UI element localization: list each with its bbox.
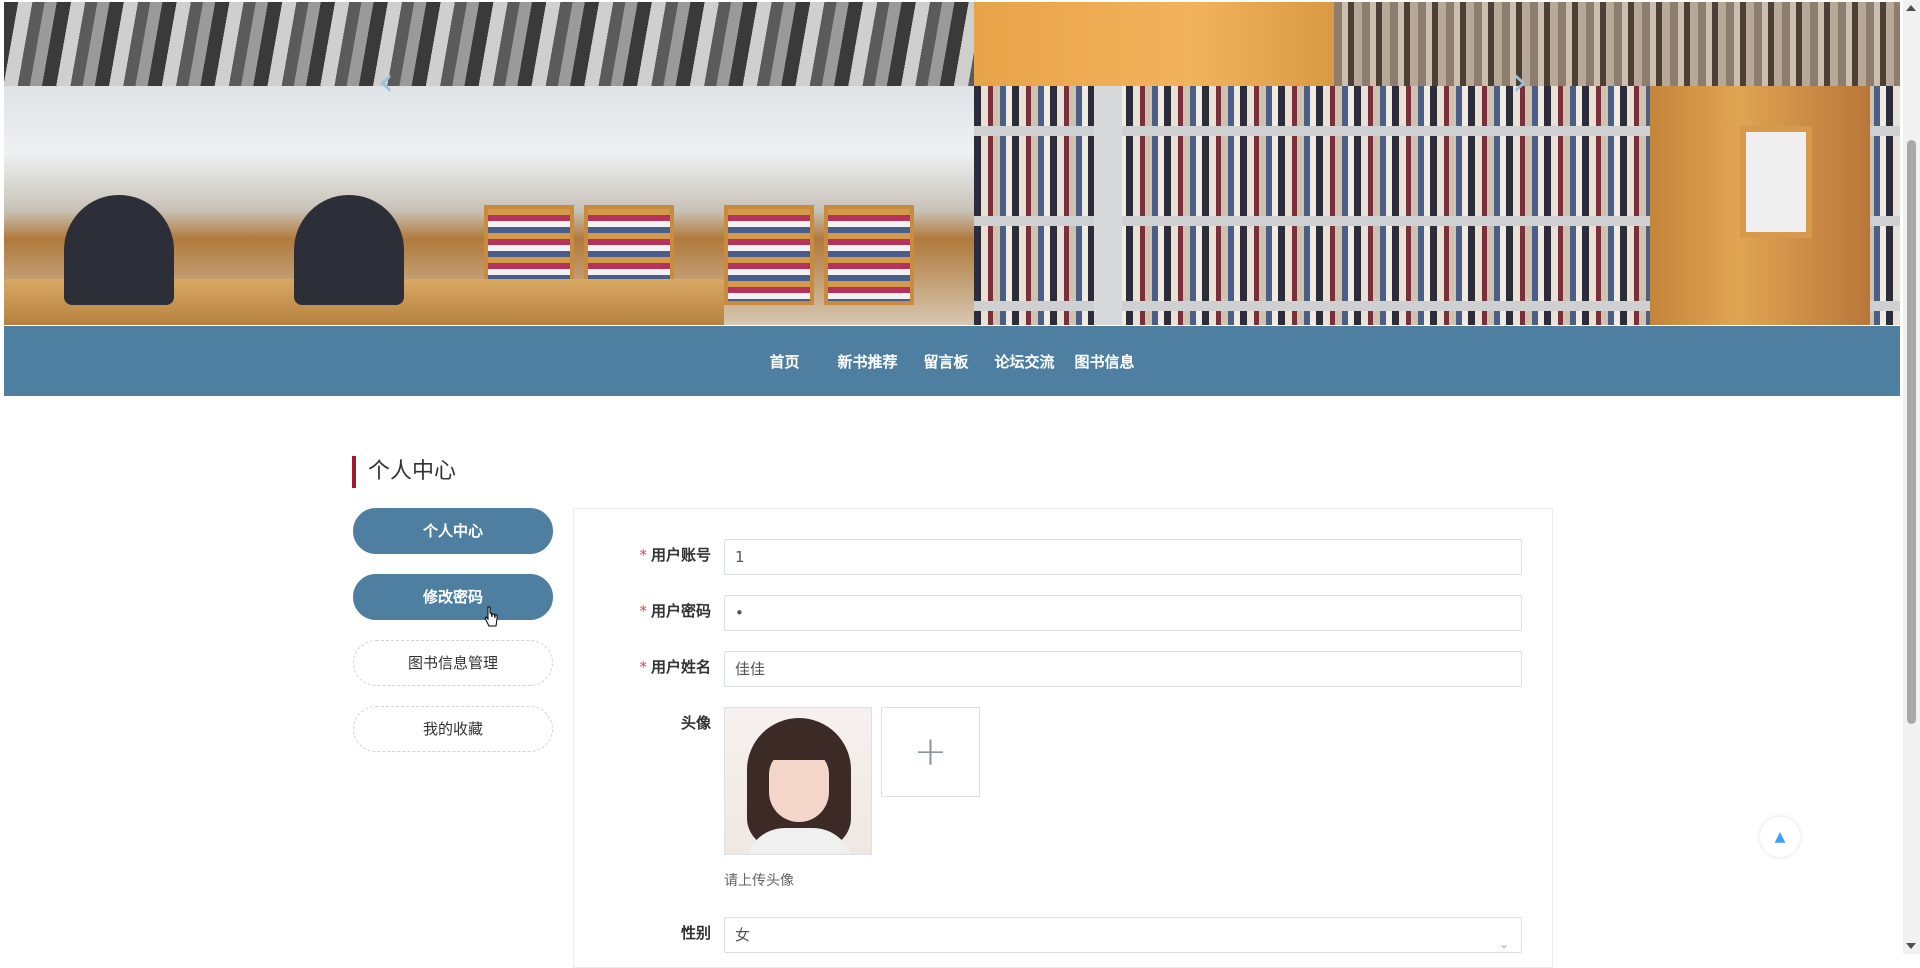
banner-carousel — [4, 2, 1900, 325]
avatar-label: 头像 — [680, 714, 711, 732]
library-reading-room-image — [4, 86, 974, 325]
arrow-up-icon: ▲ — [1774, 829, 1786, 845]
nav-item-home[interactable]: 首页 — [759, 351, 809, 372]
avatar-image[interactable] — [724, 707, 872, 855]
nav-item-forum[interactable]: 论坛交流 — [985, 351, 1065, 372]
account-input[interactable]: 1 — [724, 539, 1522, 575]
gender-label: 性别 — [680, 924, 711, 942]
required-mark: * — [639, 658, 647, 676]
profile-form — [573, 508, 1553, 968]
sidebar-item-change-password[interactable]: 修改密码 — [353, 574, 553, 620]
scroll-up-icon[interactable] — [1906, 5, 1916, 11]
carousel-next-icon[interactable]: › — [1500, 62, 1540, 102]
sidebar-item-book-management[interactable]: 图书信息管理 — [353, 640, 553, 686]
password-input[interactable]: • — [724, 595, 1522, 631]
chevron-down-icon: ⌄ — [1498, 937, 1509, 951]
page-title: 个人中心 — [352, 456, 456, 488]
password-label: * 用户密码 — [639, 602, 711, 620]
page-scrollbar[interactable] — [1903, 0, 1920, 954]
nav-item-new-books[interactable]: 新书推荐 — [827, 351, 907, 372]
sidebar-item-favorites[interactable]: 我的收藏 — [353, 706, 553, 752]
gender-value: 女 — [735, 926, 751, 944]
scrollbar-thumb[interactable] — [1907, 140, 1916, 724]
nav-item-book-info[interactable]: 图书信息 — [1065, 351, 1145, 372]
plus-icon: + — [913, 729, 948, 775]
carousel-previous-slide — [4, 2, 1900, 86]
sidebar-item-profile[interactable]: 个人中心 — [353, 508, 553, 554]
account-label: * 用户账号 — [639, 546, 711, 564]
main-nav: 首页 新书推荐 留言板 论坛交流 图书信息 — [4, 326, 1900, 396]
avatar-upload-button[interactable]: + — [881, 707, 980, 797]
mouse-cursor-icon — [484, 606, 498, 627]
gender-select[interactable]: 女 ⌄ — [724, 917, 1522, 953]
required-mark: * — [639, 602, 647, 620]
back-to-top-button[interactable]: ▲ — [1760, 817, 1800, 857]
nav-item-message-board[interactable]: 留言板 — [913, 351, 978, 372]
required-mark: * — [639, 546, 647, 564]
scroll-down-icon[interactable] — [1906, 943, 1916, 949]
carousel-prev-icon[interactable]: ‹ — [366, 62, 406, 102]
bookshelf-image — [974, 86, 1900, 325]
name-input[interactable]: 佳佳 — [724, 651, 1522, 687]
name-label: * 用户姓名 — [639, 658, 711, 676]
avatar-hint: 请上传头像 — [724, 873, 794, 889]
